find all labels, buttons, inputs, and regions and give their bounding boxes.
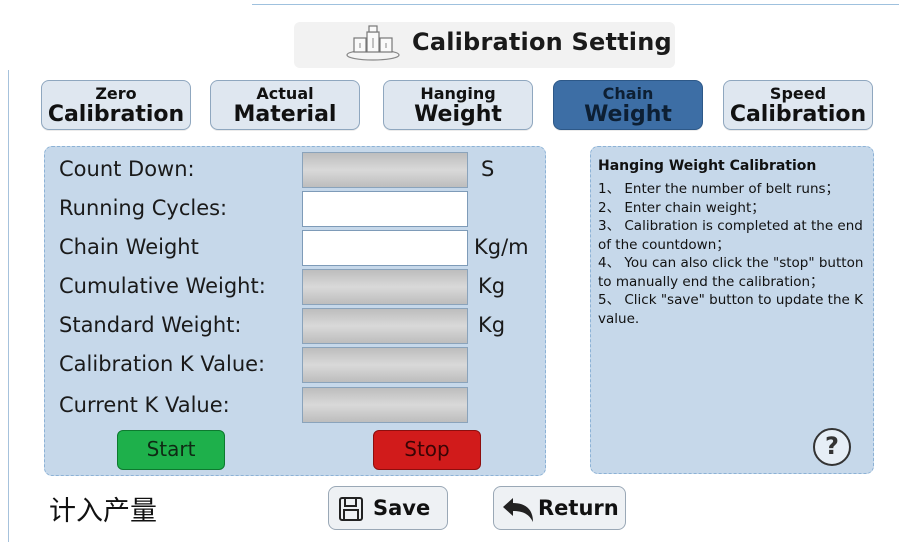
- help-instructions: 1、 Enter the number of belt runs； 2、 Ent…: [598, 180, 868, 328]
- page-title: Calibration Setting: [412, 28, 672, 56]
- tab-hanging-weight[interactable]: Hanging Weight: [383, 80, 533, 130]
- standard-weight-display: [302, 308, 468, 344]
- standard-weight-unit: Kg: [478, 313, 506, 337]
- floppy-disk-icon: [339, 497, 363, 521]
- return-button[interactable]: Return: [493, 486, 626, 530]
- chain-weight-unit: Kg/m: [474, 235, 529, 259]
- help-step: 5、 Click "save" button to update the K v…: [598, 292, 863, 327]
- running-cycles-label: Running Cycles:: [59, 196, 228, 220]
- tab-label-line2: Weight: [584, 102, 672, 127]
- tab-label-line1: Hanging: [420, 84, 496, 103]
- chain-weight-label: Chain Weight: [59, 235, 199, 259]
- tab-label-line1: Zero: [95, 84, 137, 103]
- save-button[interactable]: Save: [328, 486, 448, 530]
- calibration-k-label: Calibration K Value:: [59, 352, 266, 376]
- help-step: 2、 Enter chain weight；: [598, 199, 765, 216]
- standard-weight-label: Standard Weight:: [59, 313, 242, 337]
- tab-label-line2: Weight: [414, 102, 502, 127]
- current-k-label: Current K Value:: [59, 393, 230, 417]
- question-circle-icon[interactable]: ?: [813, 428, 851, 466]
- running-cycles-input[interactable]: [302, 191, 468, 227]
- help-step: 3、 Calibration is completed at the end o…: [598, 218, 863, 253]
- save-label: Save: [373, 496, 431, 520]
- current-k-display: [302, 387, 468, 423]
- stop-button[interactable]: Stop: [373, 430, 481, 470]
- count-down-display: [302, 152, 468, 188]
- count-down-label: Count Down:: [59, 157, 195, 181]
- tab-label-line1: Speed: [769, 84, 827, 103]
- scale-weights-icon: [346, 25, 400, 61]
- count-down-unit: S: [481, 157, 495, 181]
- tab-label-line1: Actual: [256, 84, 314, 103]
- cumulative-weight-unit: Kg: [478, 274, 506, 298]
- tab-speed-calibration[interactable]: Speed Calibration: [723, 80, 873, 130]
- cumulative-weight-label: Cumulative Weight:: [59, 274, 266, 298]
- undo-arrow-icon: [503, 498, 533, 522]
- help-step: 1、 Enter the number of belt runs；: [598, 181, 840, 197]
- calibration-k-display: [302, 347, 468, 383]
- tab-zero-calibration[interactable]: Zero Calibration: [41, 80, 191, 130]
- cumulative-weight-display: [302, 269, 468, 305]
- help-title: Hanging Weight Calibration: [598, 158, 817, 174]
- help-step: 4、 You can also click the "stop" button …: [598, 255, 864, 290]
- tab-label-line2: Material: [233, 102, 337, 127]
- tab-actual-material[interactable]: Actual Material: [210, 80, 360, 130]
- tab-chain-weight[interactable]: Chain Weight: [553, 80, 703, 130]
- tab-label-line2: Calibration: [729, 102, 867, 127]
- tab-label-line2: Calibration: [47, 102, 185, 127]
- return-label: Return: [538, 496, 619, 520]
- top-divider: [252, 4, 899, 5]
- count-output-label: 计入产量: [49, 496, 157, 527]
- tab-label-line1: Chain: [602, 84, 654, 103]
- start-button[interactable]: Start: [117, 430, 225, 470]
- chain-weight-input[interactable]: [302, 230, 468, 266]
